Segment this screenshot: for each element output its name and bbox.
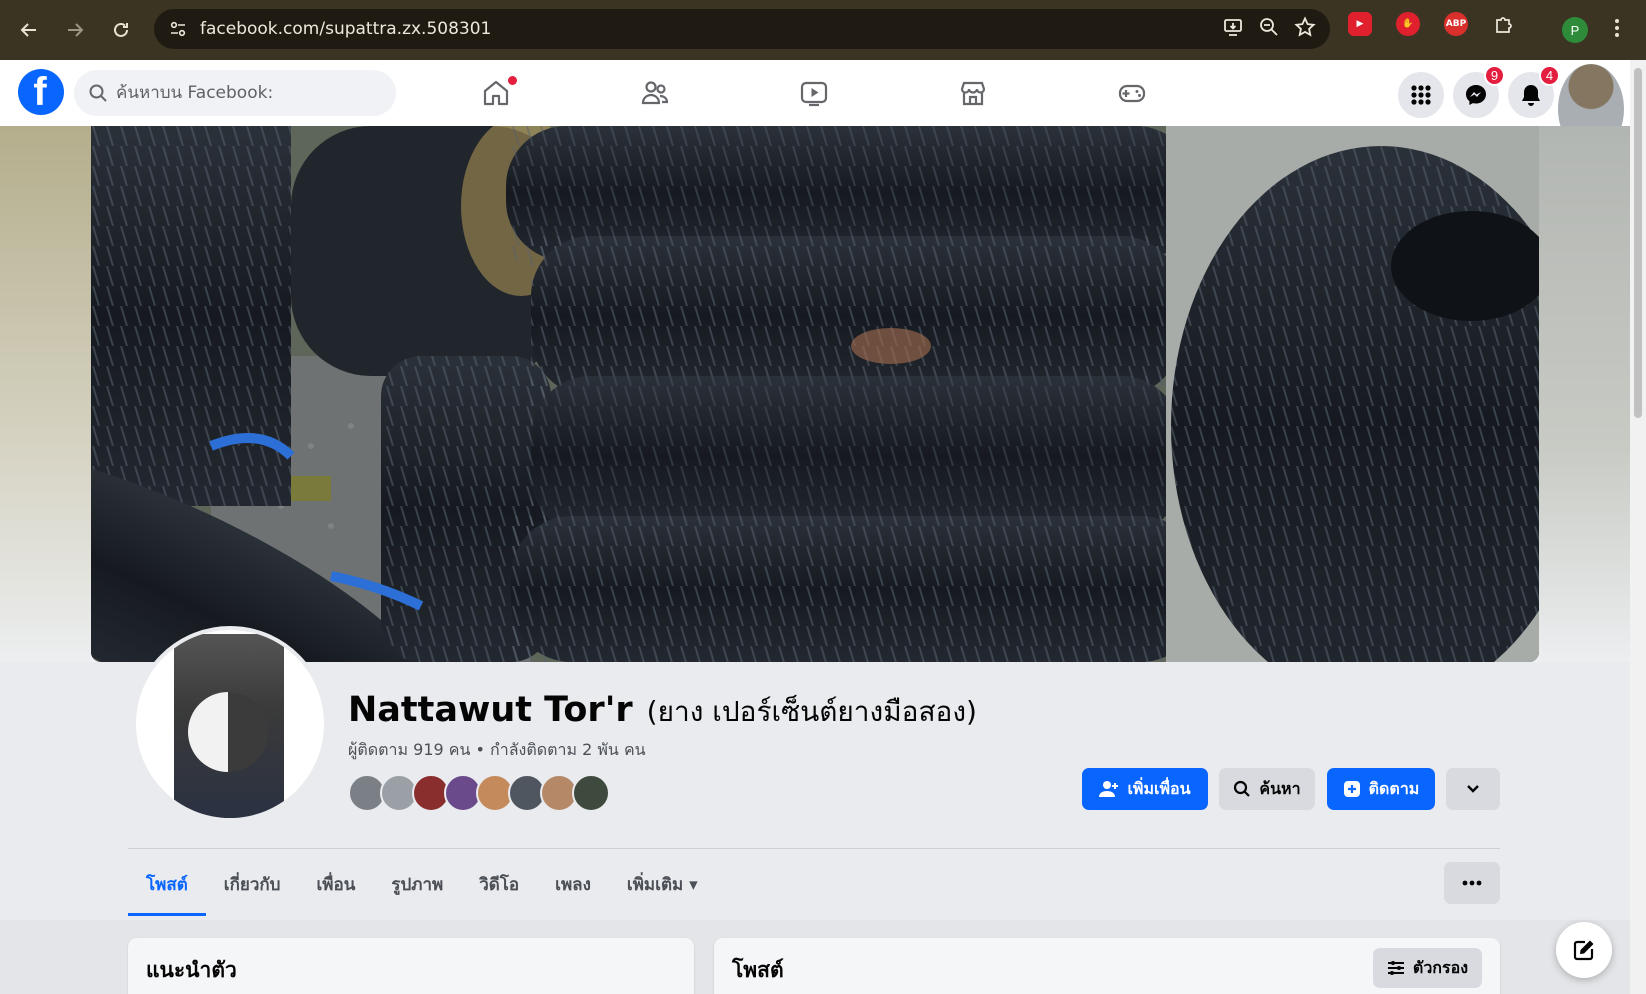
header-divider <box>128 848 1500 849</box>
nav-home[interactable] <box>446 60 546 126</box>
home-notification-dot <box>508 76 517 85</box>
facebook-top-bar: f 9 4 <box>0 60 1630 126</box>
tabs-overflow-button[interactable] <box>1444 862 1500 904</box>
profile-display-name: Nattawut Tor'r <box>348 690 633 730</box>
bell-icon <box>1522 85 1540 106</box>
follow-icon <box>1343 781 1360 797</box>
facebook-logo-icon[interactable]: f <box>18 69 64 115</box>
mutual-friends-avatars[interactable] <box>348 774 610 812</box>
cover-backdrop-left <box>0 126 91 662</box>
video-icon <box>800 81 828 107</box>
install-app-icon[interactable] <box>1222 16 1244 42</box>
hand-ext-icon[interactable]: ✋ <box>1396 12 1420 36</box>
messenger-button[interactable]: 9 <box>1453 65 1505 118</box>
add-friend-label: เพิ่มเพื่อน <box>1127 778 1191 798</box>
back-arrow-icon[interactable] <box>12 13 46 47</box>
add-friend-icon <box>1099 781 1119 797</box>
facebook-search[interactable] <box>74 70 396 116</box>
search-icon <box>1234 780 1251 797</box>
zoom-icon[interactable] <box>1258 16 1280 42</box>
address-bar[interactable]: facebook.com/supattra.zx.508301 <box>154 9 1330 49</box>
nav-gaming[interactable] <box>1082 60 1182 126</box>
tab-posts[interactable]: โพสต์ <box>128 852 206 916</box>
filter-label: ตัวกรอง <box>1412 957 1468 977</box>
ellipsis-icon <box>1462 880 1482 886</box>
messenger-badge: 9 <box>1484 65 1505 86</box>
add-friend-button[interactable]: เพิ่มเพื่อน <box>1082 768 1208 810</box>
home-icon <box>483 80 509 106</box>
search-input[interactable] <box>116 83 366 103</box>
posts-title: โพสต์ <box>732 958 784 982</box>
notifications-badge: 4 <box>1539 65 1560 86</box>
grid-menu-icon <box>1411 85 1431 105</box>
profile-name: Nattawut Tor'r (ยาง เปอร์เซ็นต์ยางมือสอง) <box>348 690 977 734</box>
more-actions-dropdown[interactable] <box>1446 768 1500 810</box>
profile-picture[interactable] <box>132 626 328 822</box>
forward-arrow-icon[interactable] <box>58 13 92 47</box>
follow-button[interactable]: ติดตาม <box>1327 768 1435 810</box>
scrollbar-thumb[interactable] <box>1634 68 1642 418</box>
intro-title: แนะนำตัว <box>146 958 237 982</box>
tab-videos[interactable]: วิดีโอ <box>461 852 537 916</box>
follow-label: ติดตาม <box>1368 778 1420 798</box>
compose-icon <box>1573 940 1594 961</box>
tab-music[interactable]: เพลง <box>537 852 609 916</box>
friend-avatar[interactable] <box>572 774 610 812</box>
extensions-area: ▶ ✋ ABP <box>1348 12 1516 36</box>
avatar-face <box>188 692 268 772</box>
tab-more[interactable]: เพิ่มเติม ▾ <box>609 852 716 916</box>
notifications-button[interactable]: 4 <box>1508 65 1560 118</box>
cover-photo[interactable] <box>91 126 1539 662</box>
filter-button[interactable]: ตัวกรอง <box>1372 948 1482 988</box>
url-text[interactable]: facebook.com/supattra.zx.508301 <box>200 19 491 39</box>
nav-friends[interactable] <box>605 60 705 126</box>
profile-alternate-name: (ยาง เปอร์เซ็นต์ยางมือสอง) <box>646 695 977 728</box>
new-message-button[interactable] <box>1556 922 1612 978</box>
tab-photos[interactable]: รูปภาพ <box>373 852 461 916</box>
page-scrollbar[interactable] <box>1630 60 1646 994</box>
marketplace-icon <box>960 81 986 106</box>
chevron-down-icon <box>1467 785 1479 793</box>
profile-tabs: โพสต์ เกี่ยวกับ เพื่อน รูปภาพ วิดีโอ เพล… <box>128 852 716 916</box>
nav-video[interactable] <box>764 60 864 126</box>
browser-menu-icon[interactable] <box>1614 16 1620 44</box>
browser-profile-avatar[interactable]: P <box>1562 17 1588 43</box>
intro-card: แนะนำตัว <box>128 938 694 994</box>
profile-stats[interactable]: ผู้ติดตาม 919 คน • กำลังติดตาม 2 พัน คน <box>348 738 646 763</box>
gaming-icon <box>1118 84 1146 103</box>
abp-ext-icon[interactable]: ABP <box>1444 12 1468 36</box>
search-label: ค้นหา <box>1259 778 1301 798</box>
puzzle-ext-icon[interactable] <box>1492 12 1516 36</box>
messenger-icon <box>1466 85 1486 105</box>
nav-marketplace[interactable] <box>923 60 1023 126</box>
tab-about[interactable]: เกี่ยวกับ <box>206 852 299 916</box>
site-settings-icon[interactable] <box>158 19 198 39</box>
friends-icon <box>641 81 669 105</box>
youtube-ext-icon[interactable]: ▶ <box>1348 12 1372 36</box>
tab-friends[interactable]: เพื่อน <box>298 852 373 916</box>
filter-icon <box>1387 961 1404 975</box>
profile-search-button[interactable]: ค้นหา <box>1219 768 1315 810</box>
reload-icon[interactable] <box>104 13 138 47</box>
search-icon <box>88 83 108 103</box>
cover-backdrop-right <box>1539 126 1630 662</box>
posts-card: โพสต์ ตัวกรอง <box>714 938 1500 994</box>
menu-grid-button[interactable] <box>1398 72 1444 118</box>
bookmark-star-icon[interactable] <box>1294 16 1316 42</box>
